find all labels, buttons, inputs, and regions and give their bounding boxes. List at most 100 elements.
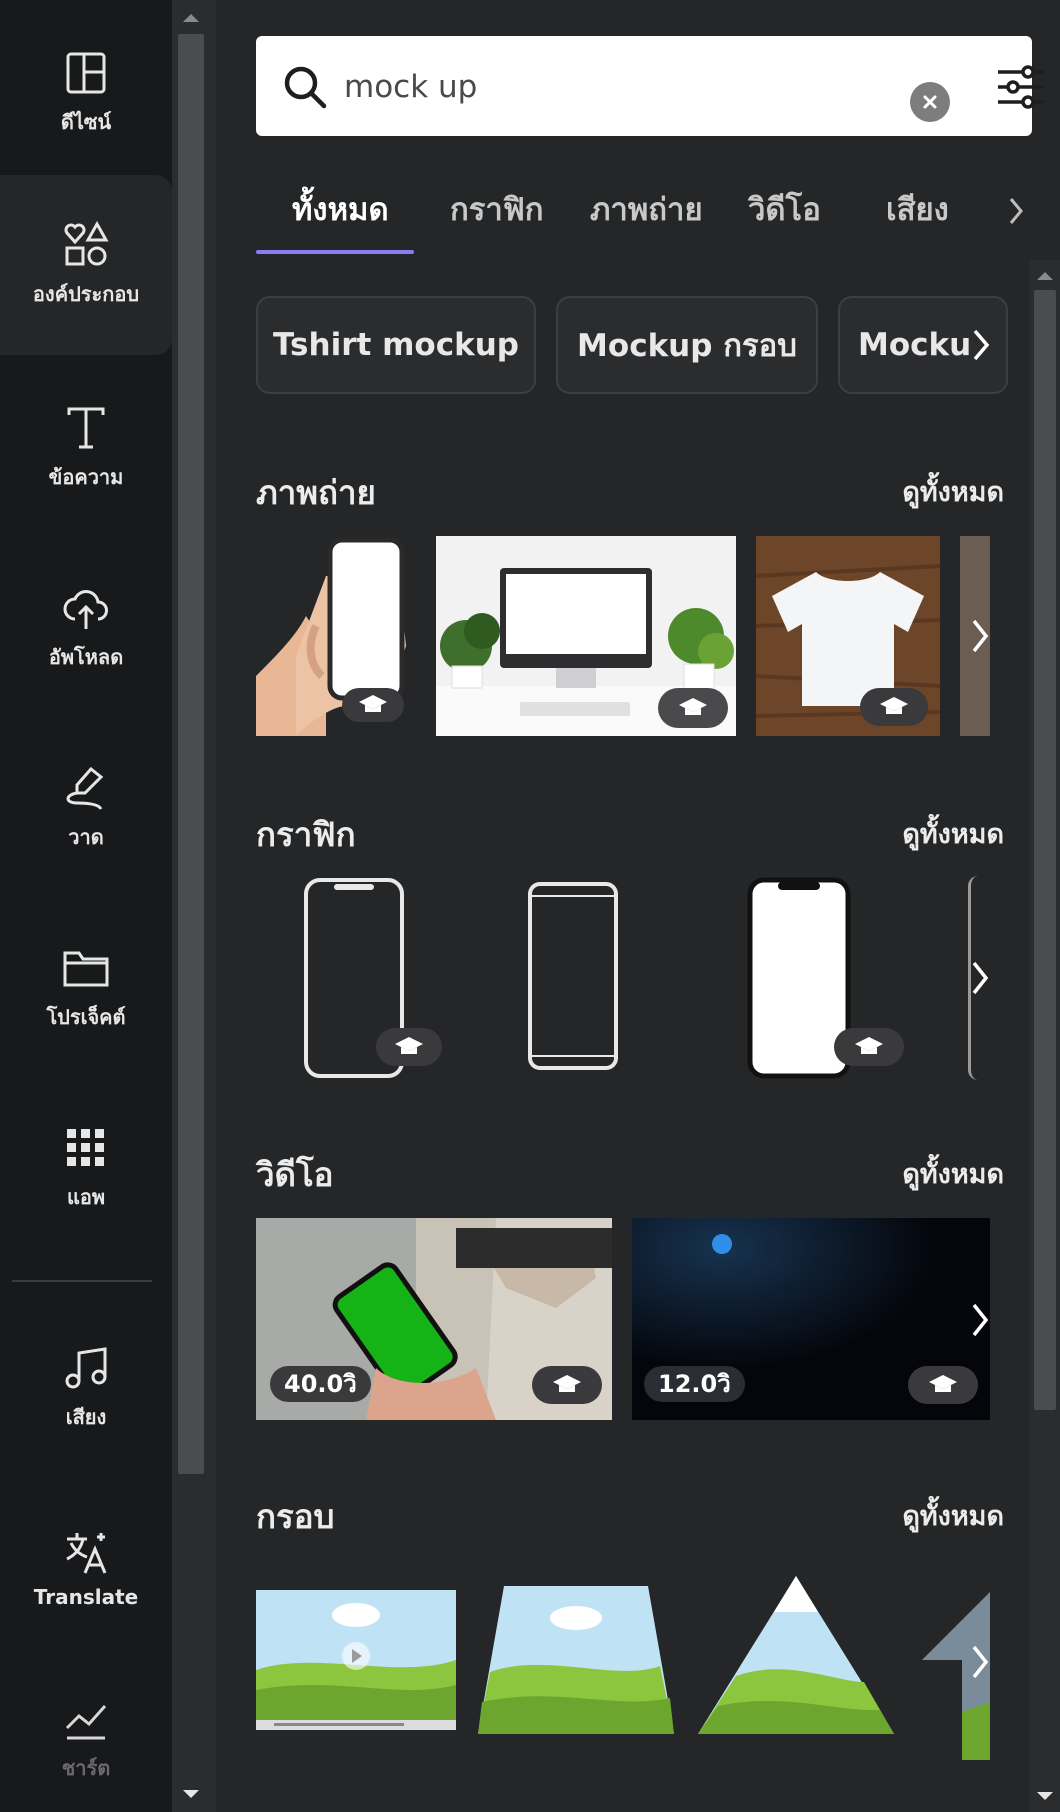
- tab-audio[interactable]: เสียง: [886, 184, 949, 234]
- premium-badge: [342, 688, 404, 722]
- frame-thumbnail[interactable]: [256, 1590, 456, 1730]
- search-input[interactable]: [342, 58, 866, 116]
- phone-frame-outline-image: [528, 882, 618, 1070]
- text-icon: [67, 407, 105, 448]
- photo-thumbnail[interactable]: [436, 536, 736, 736]
- search-bar: [256, 36, 1044, 136]
- shapes-icon: [64, 220, 109, 266]
- next-videos-button[interactable]: [960, 1290, 1000, 1350]
- video-frame-landscape-image: [256, 1590, 456, 1730]
- sidebar-item-label: โปรเจ็คต์: [46, 1004, 126, 1029]
- filter-sliders-icon[interactable]: [996, 64, 1046, 110]
- scrollbar-thumb[interactable]: [1034, 290, 1056, 1410]
- side-navigation: ดีไซน์ องค์ประกอบ ข้อความ อัพโหลด วาด โป…: [0, 0, 172, 1812]
- sidebar-item-text[interactable]: ข้อความ: [0, 365, 172, 530]
- sidebar-item-upload[interactable]: อัพโหลด: [0, 545, 172, 710]
- photo-thumbnail[interactable]: [756, 536, 940, 736]
- premium-badge: [532, 1366, 602, 1404]
- premium-badge: [860, 688, 928, 726]
- rail-scrollbar[interactable]: [172, 0, 216, 1812]
- frame-thumbnail[interactable]: [696, 1572, 896, 1738]
- sidebar-item-translate[interactable]: Translate: [0, 1485, 172, 1650]
- see-all-graphics-link[interactable]: ดูทั้งหมด: [902, 812, 1004, 855]
- scrollbar-thumb[interactable]: [178, 34, 204, 1474]
- graphic-thumbnail[interactable]: [736, 876, 916, 1080]
- graduation-cap-icon: [359, 695, 387, 712]
- folder-icon: [63, 951, 109, 986]
- active-tab-indicator: [256, 250, 414, 254]
- panel-scrollbar[interactable]: [1030, 260, 1060, 1812]
- see-all-videos-link[interactable]: ดูทั้งหมด: [902, 1152, 1004, 1195]
- sidebar-item-audio[interactable]: เสียง: [0, 1305, 172, 1470]
- category-tabs: ทั้งหมด กราฟิก ภาพถ่าย วิดีโอ เสียง: [256, 170, 1046, 260]
- elements-panel: ทั้งหมด กราฟิก ภาพถ่าย วิดีโอ เสียง Tshi…: [216, 0, 1060, 1812]
- graduation-cap-icon: [880, 697, 908, 714]
- premium-badge: [376, 1028, 442, 1066]
- tab-photos[interactable]: ภาพถ่าย: [590, 184, 703, 234]
- chevron-right-icon[interactable]: [1006, 194, 1026, 228]
- chart-icon: [65, 1704, 107, 1739]
- scroll-down-arrow[interactable]: [1037, 1792, 1053, 1800]
- music-note-icon: [65, 1346, 107, 1388]
- section-title-videos: วิดีโอ: [256, 1155, 334, 1194]
- sidebar-item-label: อัพโหลด: [48, 644, 124, 669]
- next-photos-button[interactable]: [960, 606, 1000, 666]
- section-title-frames: กรอบ: [256, 1497, 335, 1536]
- clear-search-button[interactable]: [910, 82, 950, 122]
- chevron-right-icon: [972, 619, 989, 653]
- apps-grid-icon: [67, 1128, 104, 1166]
- graphic-thumbnail[interactable]: [286, 876, 456, 1080]
- photo-thumbnail[interactable]: [256, 536, 416, 736]
- graphic-thumbnail[interactable]: [516, 876, 626, 1080]
- premium-badge: [658, 688, 728, 728]
- sidebar-item-charts[interactable]: ชาร์ต: [0, 1665, 172, 1812]
- close-icon: [923, 95, 937, 109]
- suggestion-chip[interactable]: Mockup กรอบ: [556, 296, 818, 394]
- search-icon: [284, 66, 327, 109]
- sidebar-item-design[interactable]: ดีไซน์: [0, 10, 172, 175]
- sidebar-item-label: องค์ประกอบ: [32, 282, 140, 306]
- premium-badge: [908, 1366, 978, 1404]
- scroll-up-arrow[interactable]: [1037, 272, 1053, 280]
- premium-badge: [834, 1028, 904, 1066]
- layout-icon: [66, 52, 106, 93]
- graduation-cap-icon: [395, 1037, 423, 1054]
- scroll-down-arrow[interactable]: [183, 1790, 199, 1798]
- graduation-cap-icon: [553, 1375, 581, 1392]
- section-title-graphics: กราฟิก: [256, 815, 356, 854]
- graduation-cap-icon: [929, 1375, 957, 1392]
- trapezoid-frame-image: [478, 1586, 674, 1734]
- next-frames-button[interactable]: [960, 1632, 1000, 1692]
- see-all-photos-link[interactable]: ดูทั้งหมด: [902, 470, 1004, 513]
- section-title-photos: ภาพถ่าย: [256, 473, 376, 512]
- translate-icon: [66, 1532, 107, 1574]
- tab-videos[interactable]: วิดีโอ: [748, 184, 821, 234]
- sidebar-item-label: เสียง: [65, 1404, 107, 1429]
- cloud-upload-icon: [63, 589, 108, 629]
- video-duration-badge: 12.0วิ: [644, 1366, 745, 1402]
- sidebar-item-label: แอพ: [66, 1184, 106, 1209]
- chevron-right-icon[interactable]: [970, 326, 992, 364]
- video-thumbnail[interactable]: 40.0วิ: [256, 1218, 612, 1420]
- sidebar-item-elements[interactable]: องค์ประกอบ: [0, 175, 172, 355]
- video-thumbnail[interactable]: 12.0วิ: [632, 1218, 990, 1420]
- tab-graphics[interactable]: กราฟิก: [450, 184, 544, 234]
- sidebar-item-apps[interactable]: แอพ: [0, 1085, 172, 1250]
- frame-thumbnail[interactable]: [476, 1582, 676, 1738]
- sidebar-item-projects[interactable]: โปรเจ็คต์: [0, 905, 172, 1070]
- chevron-right-icon: [972, 1645, 989, 1679]
- divider: [12, 1280, 152, 1282]
- suggestion-chip[interactable]: Tshirt mockup: [256, 296, 536, 394]
- chevron-right-icon: [972, 961, 989, 995]
- draw-icon: [66, 766, 104, 810]
- sidebar-item-label: ดีไซน์: [60, 109, 112, 134]
- see-all-frames-link[interactable]: ดูทั้งหมด: [902, 1494, 1004, 1537]
- scroll-up-arrow[interactable]: [183, 14, 199, 22]
- sidebar-item-draw[interactable]: วาด: [0, 725, 172, 890]
- next-graphics-button[interactable]: [960, 948, 1000, 1008]
- tab-all[interactable]: ทั้งหมด: [292, 184, 389, 234]
- triangle-frame-image: [698, 1576, 894, 1734]
- graduation-cap-icon: [679, 698, 707, 715]
- sidebar-item-label: ชาร์ต: [61, 1755, 111, 1780]
- sidebar-item-label: Translate: [33, 1584, 139, 1609]
